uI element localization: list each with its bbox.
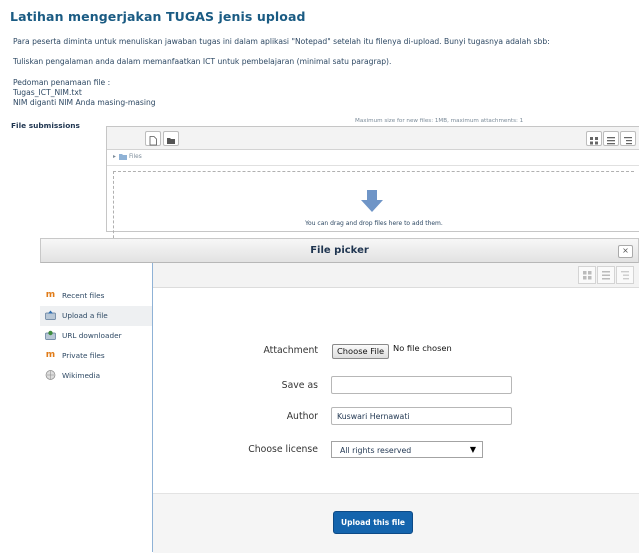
- create-folder-button[interactable]: [163, 131, 179, 146]
- sidebar-item-url-downloader[interactable]: URL downloader: [40, 326, 152, 346]
- file-picker-footer: Upload this file: [153, 493, 639, 553]
- sidebar-item-recent-files[interactable]: m Recent files: [40, 286, 152, 306]
- view-icons-button[interactable]: [578, 266, 596, 284]
- author-input[interactable]: Kuswari Hernawati: [331, 407, 512, 425]
- license-selected-value: All rights reserved: [340, 446, 412, 455]
- page-title: Latihan mengerjakan TUGAS jenis upload: [10, 9, 306, 24]
- no-file-chosen-text: No file chosen: [393, 343, 452, 353]
- repository-sidebar: m Recent files Upload a file URL downloa…: [40, 263, 154, 552]
- url-icon: [45, 330, 56, 340]
- grid-view-icon: [583, 271, 592, 280]
- moodle-icon: m: [45, 350, 56, 360]
- sidebar-item-upload-a-file[interactable]: Upload a file: [40, 306, 152, 326]
- file-submissions-label: File submissions: [11, 121, 80, 130]
- sidebar-item-label: Recent files: [62, 291, 105, 300]
- save-as-label: Save as: [281, 380, 318, 391]
- sidebar-item-private-files[interactable]: m Private files: [40, 346, 152, 366]
- attachment-label: Attachment: [263, 345, 318, 356]
- tree-view-icon: [624, 137, 632, 145]
- folder-small-icon: [119, 153, 127, 162]
- drop-zone-text: You can drag and drop files here to add …: [305, 220, 443, 227]
- sidebar-item-wikimedia[interactable]: Wikimedia: [40, 366, 152, 386]
- naming-pattern: Tugas_ICT_NIM.txt: [13, 88, 82, 97]
- close-button[interactable]: ×: [618, 245, 633, 258]
- save-as-input[interactable]: [331, 376, 512, 394]
- file-picker-title: File picker: [310, 245, 369, 256]
- add-file-button[interactable]: [145, 131, 161, 146]
- file-picker-toolbar: [153, 263, 639, 288]
- view-list-button[interactable]: [597, 266, 615, 284]
- choose-file-button[interactable]: Choose File: [332, 344, 390, 359]
- list-view-icon: [607, 137, 615, 145]
- file-picker-main: Attachment Choose File No file chosen Sa…: [153, 263, 639, 553]
- file-manager: ▸ Files You can drag and drop files here…: [106, 126, 639, 253]
- view-icons-button[interactable]: [586, 131, 602, 146]
- view-list-button[interactable]: [603, 131, 619, 146]
- folder-icon: [167, 138, 175, 144]
- naming-note: NIM diganti NIM Anda masing-masing: [13, 98, 156, 107]
- license-label: Choose license: [248, 444, 318, 455]
- list-view-icon: [602, 271, 610, 280]
- dropdown-arrow-icon: ▼: [469, 445, 476, 454]
- breadcrumb-arrow-icon: ▸: [113, 154, 116, 160]
- view-tree-button[interactable]: [620, 131, 636, 146]
- max-size-note: Maximum size for new files: 1MB, maximum…: [355, 118, 524, 124]
- tree-view-icon: [621, 271, 629, 280]
- file-manager-toolbar: [107, 127, 639, 150]
- naming-guide-heading: Pedoman penamaan file :: [13, 78, 111, 87]
- breadcrumb: ▸ Files: [107, 150, 639, 166]
- sidebar-item-label: Upload a file: [62, 311, 108, 320]
- sidebar-item-label: URL downloader: [62, 331, 122, 340]
- moodle-icon: m: [45, 290, 56, 300]
- grid-view-icon: [590, 137, 598, 145]
- sidebar-item-label: Private files: [62, 351, 105, 360]
- breadcrumb-files[interactable]: Files: [129, 154, 142, 160]
- view-tree-button[interactable]: [616, 266, 634, 284]
- new-file-icon: [149, 136, 157, 146]
- wikimedia-icon: [45, 370, 56, 380]
- license-select[interactable]: All rights reserved ▼: [331, 441, 483, 458]
- upload-icon: [45, 310, 56, 320]
- sidebar-item-label: Wikimedia: [62, 371, 101, 380]
- author-label: Author: [286, 411, 318, 422]
- task-text: Tuliskan pengalaman anda dalam memanfaat…: [13, 57, 392, 66]
- instruction-text: Para peserta diminta untuk menuliskan ja…: [13, 37, 550, 46]
- drop-arrow-icon: [361, 190, 383, 212]
- upload-this-file-button[interactable]: Upload this file: [333, 511, 413, 534]
- file-picker-dialog: File picker × m Recent files Upload a fi…: [40, 238, 639, 553]
- file-picker-header: File picker ×: [40, 238, 639, 263]
